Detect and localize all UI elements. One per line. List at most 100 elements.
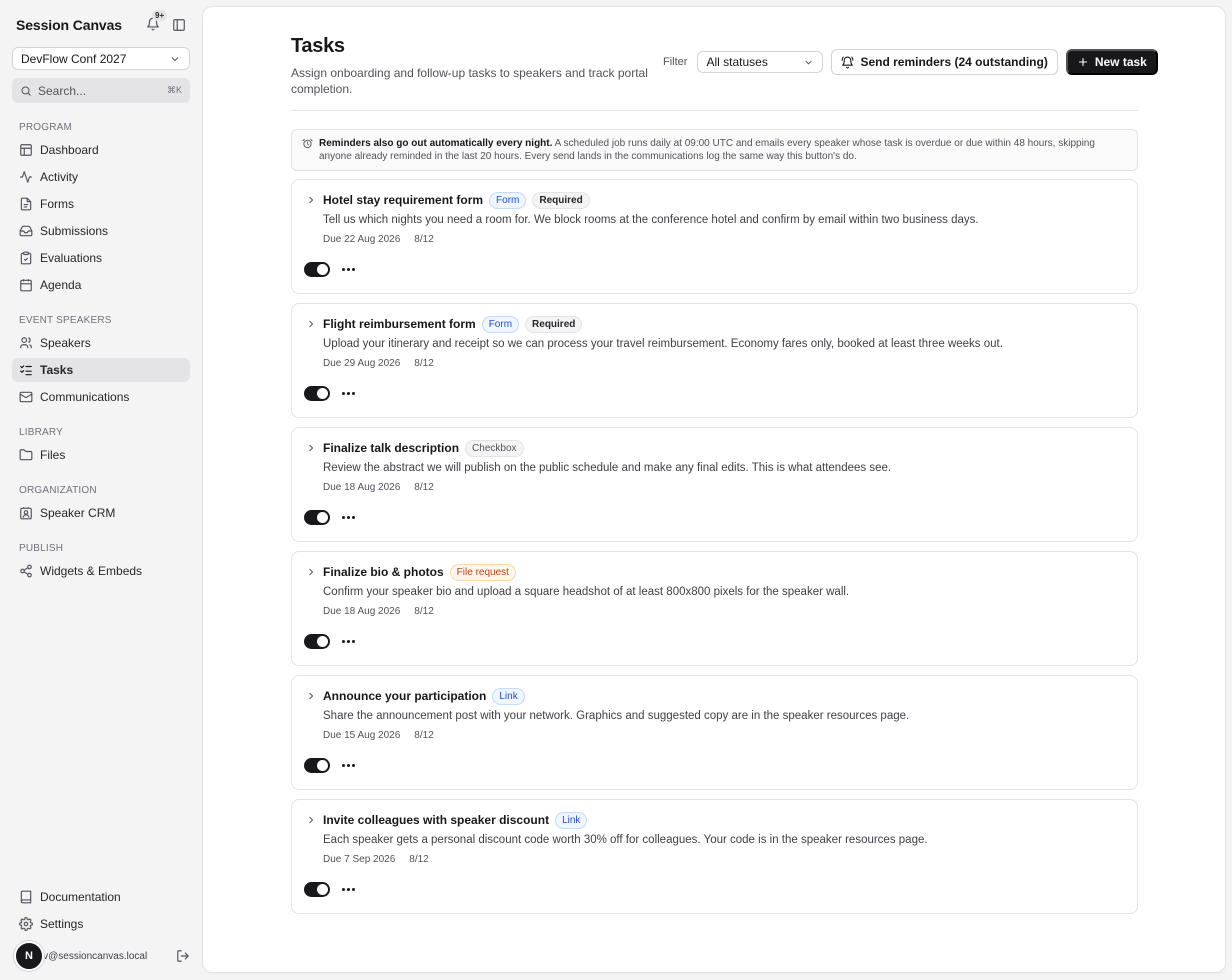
chevron-right-icon[interactable] — [305, 442, 317, 454]
sidebar-bottom: Documentation Settings — [12, 882, 190, 936]
content: Tasks Assign onboarding and follow-up ta… — [291, 7, 1158, 914]
task-title: Finalize bio & photos — [323, 565, 444, 579]
user-email: dev@sessioncanvas.local — [32, 950, 148, 962]
sidebar-item-label: Forms — [40, 197, 74, 211]
sidebar-item-dashboard[interactable]: Dashboard — [12, 138, 190, 162]
group-label-library: LIBRARY — [19, 426, 64, 438]
more-options-icon[interactable] — [342, 389, 355, 399]
more-options-icon[interactable] — [342, 885, 355, 895]
event-selector[interactable]: DevFlow Conf 2027 — [12, 47, 190, 70]
app-name: Session Canvas — [16, 17, 122, 33]
sidebar-item-settings[interactable]: Settings — [12, 912, 190, 936]
sidebar-item-agenda[interactable]: Agenda — [12, 273, 190, 297]
sidebar-item-widgets-embeds[interactable]: Widgets & Embeds — [12, 559, 190, 583]
main-panel: Tasks Assign onboarding and follow-up ta… — [202, 6, 1226, 973]
task-completion: 8/12 — [414, 234, 434, 245]
task-due-date: Due 18 Aug 2026 — [323, 482, 401, 493]
task-title: Invite colleagues with speaker discount — [323, 813, 550, 827]
nav-group-library: LIBRARY Files — [12, 425, 190, 467]
task-heading: Invite colleagues with speaker discount … — [323, 811, 588, 829]
logout-icon[interactable] — [176, 949, 190, 963]
task-title: Flight reimbursement form — [323, 317, 476, 331]
sidebar-item-activity[interactable]: Activity — [12, 165, 190, 189]
more-options-icon[interactable] — [342, 265, 355, 275]
calendar-icon — [19, 278, 33, 292]
page-subtitle: Assign onboarding and follow-up tasks to… — [291, 66, 648, 96]
task-card[interactable]: Announce your participation Link Share t… — [291, 675, 1138, 790]
task-enabled-toggle[interactable] — [304, 386, 330, 401]
sidebar-item-label: Submissions — [40, 224, 109, 238]
sidebar-item-communications[interactable]: Communications — [12, 385, 190, 409]
nav-group-publish: PUBLISH Widgets & Embeds — [12, 541, 190, 583]
notifications-button[interactable]: 9+ — [146, 10, 168, 33]
sidebar-item-submissions[interactable]: Submissions — [12, 219, 190, 243]
task-enabled-toggle[interactable] — [304, 262, 330, 277]
search-shortcut: ⌘K — [166, 85, 182, 95]
sidebar-item-label: Documentation — [40, 890, 121, 904]
more-options-icon[interactable] — [342, 513, 355, 523]
bell-ring-icon — [841, 56, 854, 69]
avatar[interactable]: N — [14, 941, 44, 971]
group-label-program: PROGRAM — [19, 121, 73, 133]
chevron-down-icon — [169, 53, 181, 65]
search-input[interactable]: Search... ⌘K — [12, 78, 190, 103]
header-actions: Filter All statuses Send reminders (24 o… — [663, 49, 1158, 75]
sidebar-item-label: Activity — [40, 170, 79, 184]
chevron-right-icon[interactable] — [305, 690, 317, 702]
folder-icon — [19, 448, 33, 462]
brand-actions: 9+ — [146, 10, 186, 33]
new-task-button[interactable]: New task — [1065, 49, 1158, 75]
task-description: Review the abstract we will publish on t… — [323, 462, 892, 474]
task-enabled-toggle[interactable] — [304, 634, 330, 649]
task-card[interactable]: Invite colleagues with speaker discount … — [291, 799, 1138, 914]
file-text-icon — [19, 197, 33, 211]
book-icon — [19, 890, 33, 904]
chevron-right-icon[interactable] — [305, 318, 317, 330]
sidebar-item-documentation[interactable]: Documentation — [12, 885, 190, 909]
sidebar-item-tasks[interactable]: Tasks — [12, 358, 190, 382]
chevron-right-icon[interactable] — [305, 194, 317, 206]
sidebar-item-label: Files — [40, 448, 66, 462]
task-heading: Hotel stay requirement form Form Require… — [323, 191, 590, 209]
task-enabled-toggle[interactable] — [304, 882, 330, 897]
required-badge: Required — [525, 315, 583, 333]
task-title: Hotel stay requirement form — [323, 193, 484, 207]
brand-row: Session Canvas 9+ — [12, 0, 190, 50]
task-heading: Finalize bio & photos File request — [323, 563, 516, 581]
sidebar-item-files[interactable]: Files — [12, 443, 190, 467]
task-due-date: Due 29 Aug 2026 — [323, 358, 401, 369]
send-reminders-button[interactable]: Send reminders (24 outstanding) — [831, 49, 1058, 75]
task-completion: 8/12 — [414, 482, 434, 493]
task-card[interactable]: Flight reimbursement form Form Required … — [291, 303, 1138, 418]
sidebar-item-forms[interactable]: Forms — [12, 192, 190, 216]
task-description: Share the announcement post with your ne… — [323, 710, 910, 722]
task-card[interactable]: Hotel stay requirement form Form Require… — [291, 179, 1138, 294]
task-heading: Announce your participation Link — [323, 687, 525, 705]
sidebar-item-evaluations[interactable]: Evaluations — [12, 246, 190, 270]
task-enabled-toggle[interactable] — [304, 510, 330, 525]
page-title: Tasks — [291, 35, 345, 57]
more-options-icon[interactable] — [342, 637, 355, 647]
task-type-badge: Link — [492, 687, 525, 705]
task-description: Tell us which nights you need a room for… — [323, 214, 979, 226]
task-card[interactable]: Finalize bio & photos File request Confi… — [291, 551, 1138, 666]
reminder-notice: Reminders also go out automatically ever… — [291, 129, 1138, 171]
task-enabled-toggle[interactable] — [304, 758, 330, 773]
sidebar-item-speaker-crm[interactable]: Speaker CRM — [12, 501, 190, 525]
search-icon — [20, 85, 32, 97]
task-card[interactable]: Finalize talk description Checkbox Revie… — [291, 427, 1138, 542]
task-completion: 8/12 — [409, 854, 429, 865]
chevron-right-icon[interactable] — [305, 814, 317, 826]
status-filter-select[interactable]: All statuses — [697, 51, 824, 73]
sidebar-item-label: Settings — [40, 917, 84, 931]
task-due-date: Due 15 Aug 2026 — [323, 730, 401, 741]
sidebar-toggle-icon[interactable] — [172, 18, 186, 32]
more-options-icon[interactable] — [342, 761, 355, 771]
sidebar-item-speakers[interactable]: Speakers — [12, 331, 190, 355]
sidebar-item-label: Speaker CRM — [40, 506, 116, 520]
plus-icon — [1077, 56, 1089, 68]
nav-group-organization: ORGANIZATION Speaker CRM — [12, 483, 190, 525]
sidebar-item-label: Evaluations — [40, 251, 103, 265]
activity-icon — [19, 170, 33, 184]
chevron-right-icon[interactable] — [305, 566, 317, 578]
